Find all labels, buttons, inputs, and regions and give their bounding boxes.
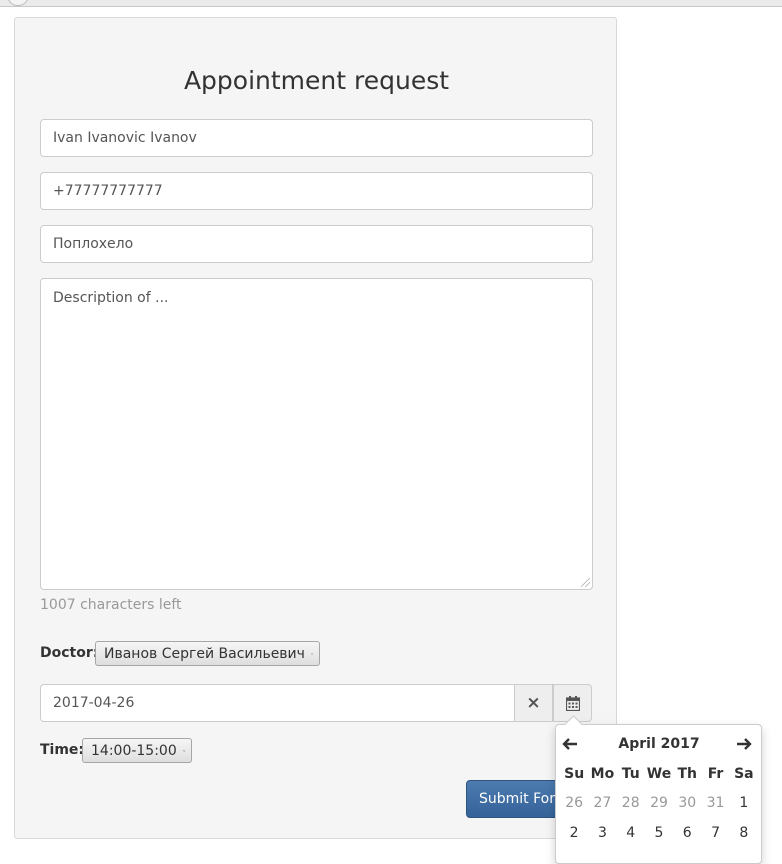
characters-left-counter: 1007 characters left (40, 597, 182, 613)
time-select-value: 14:00-15:00 (91, 742, 177, 759)
datepicker-popup: April 2017 Su Mo Tu We Th Fr Sa 26 27 28… (555, 715, 762, 864)
time-select[interactable]: 14:00-15:00 (82, 738, 192, 763)
clear-date-button[interactable]: × (514, 684, 553, 722)
weekday-header: Su (564, 766, 585, 782)
weekday-header: Fr (707, 766, 724, 782)
chevron-down-icon (310, 652, 313, 655)
doctor-select-value: Иванов Сергей Васильевич (104, 645, 305, 662)
calendar-week-row: 2 3 4 5 6 7 8 (560, 825, 758, 841)
calendar-day[interactable]: 31 (701, 795, 729, 811)
chevron-down-icon (182, 749, 185, 752)
complaint-input[interactable]: Поплохело (40, 225, 593, 263)
weekday-header: Th (677, 766, 698, 782)
time-label: Time: (40, 742, 85, 758)
weekday-header: We (646, 766, 672, 782)
phone-input[interactable]: +77777777777 (40, 172, 593, 210)
browser-top-edge (0, 0, 782, 7)
weekday-header: Mo (590, 766, 615, 782)
doctor-select[interactable]: Иванов Сергей Васильевич (95, 641, 320, 666)
close-icon: × (526, 693, 541, 713)
description-textarea[interactable]: Description of ... (40, 278, 593, 590)
prev-month-arrow-icon[interactable] (562, 738, 578, 750)
calendar-day[interactable]: 1 (730, 795, 758, 811)
calendar-day[interactable]: 2 (560, 825, 588, 841)
calendar-day[interactable]: 26 (560, 795, 588, 811)
calendar-day[interactable]: 27 (588, 795, 616, 811)
weekday-header-row: Su Mo Tu We Th Fr Sa (560, 766, 758, 782)
calendar-week-row: 26 27 28 29 30 31 1 (560, 795, 758, 811)
doctor-label: Doctor: (40, 645, 99, 661)
weekday-header: Sa (734, 766, 754, 782)
page-title: Appointment request (183, 66, 450, 95)
name-input[interactable]: Ivan Ivanovic Ivanov (40, 119, 593, 157)
calendar-day[interactable]: 28 (617, 795, 645, 811)
calendar-day[interactable]: 3 (588, 825, 616, 841)
calendar-day[interactable]: 4 (617, 825, 645, 841)
datepicker-month-label[interactable]: April 2017 (596, 736, 722, 752)
calendar-day[interactable]: 8 (730, 825, 758, 841)
date-input-group: 2017-04-26 × (40, 684, 593, 722)
resize-grip-icon[interactable] (581, 578, 590, 587)
calendar-day[interactable]: 7 (701, 825, 729, 841)
calendar-day[interactable]: 5 (645, 825, 673, 841)
browser-control-icon (8, 0, 28, 6)
next-month-arrow-icon[interactable] (736, 738, 752, 750)
calendar-day[interactable]: 6 (673, 825, 701, 841)
calendar-day[interactable]: 29 (645, 795, 673, 811)
weekday-header: Tu (621, 766, 640, 782)
calendar-icon (565, 695, 580, 711)
calendar-day[interactable]: 30 (673, 795, 701, 811)
date-input[interactable]: 2017-04-26 (40, 684, 515, 722)
description-placeholder: Description of ... (53, 290, 169, 306)
